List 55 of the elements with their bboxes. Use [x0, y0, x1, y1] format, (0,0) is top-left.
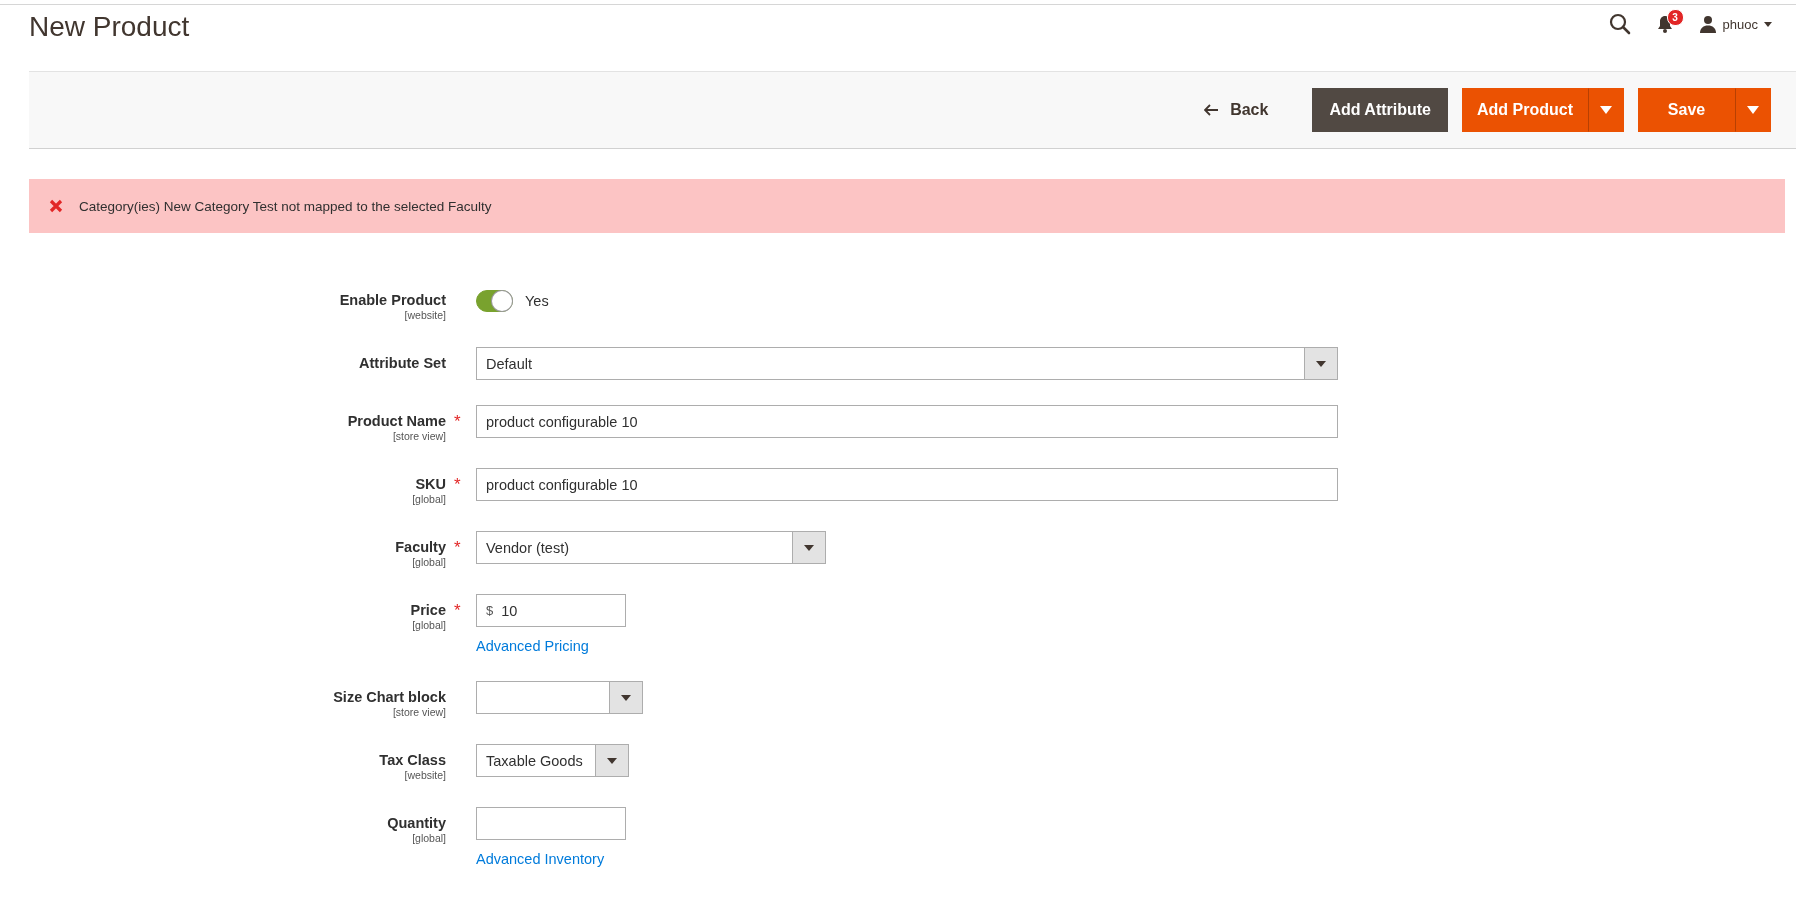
add-attribute-button[interactable]: Add Attribute: [1312, 88, 1448, 132]
field-label: Enable Product: [338, 291, 446, 309]
caret-icon: [607, 757, 617, 764]
select-field[interactable]: Vendor (test): [476, 531, 826, 564]
toggle-switch[interactable]: [476, 289, 513, 312]
scope-label: [website]: [403, 309, 446, 322]
search-icon[interactable]: [1608, 13, 1631, 35]
user-name[interactable]: phuoc: [1722, 16, 1758, 32]
required-mark: *: [454, 601, 461, 620]
toggle-value: Yes: [525, 292, 549, 309]
scope-label: [store view]: [391, 706, 446, 719]
scope-label: [website]: [403, 769, 446, 782]
field-label: Size Chart block: [332, 688, 446, 706]
input-field[interactable]: [476, 807, 626, 840]
caret-icon: [1316, 360, 1326, 367]
advanced-link[interactable]: Advanced Pricing: [476, 636, 589, 656]
caret-icon: [1747, 106, 1759, 114]
back-button[interactable]: Back: [1204, 88, 1287, 132]
field-label: Faculty: [394, 538, 446, 556]
field-label: Tax Class: [378, 751, 446, 769]
select-field[interactable]: Default: [476, 347, 1338, 380]
field-label: Price: [409, 601, 446, 619]
caret-icon: [621, 694, 631, 701]
required-mark: *: [454, 412, 461, 431]
dropdown-toggle-button[interactable]: [1735, 88, 1771, 132]
scope-label: [store view]: [391, 430, 446, 443]
caret-icon: [804, 544, 814, 551]
advanced-link[interactable]: Advanced Inventory: [476, 849, 605, 869]
scope-label: [global]: [411, 619, 446, 632]
caret-icon: [1600, 106, 1612, 114]
input-field[interactable]: product configurable 10: [476, 468, 1338, 501]
add-product-button[interactable]: Add Product: [1462, 88, 1588, 132]
field-label: Quantity: [386, 814, 446, 832]
select-field[interactable]: Taxable Goods: [476, 744, 629, 777]
arrow-left-icon: [1204, 104, 1219, 116]
scope-label: [global]: [411, 493, 446, 506]
select-field[interactable]: [476, 681, 643, 714]
field-label: Product Name: [346, 412, 446, 430]
user-icon: [1698, 15, 1717, 33]
field-label: Attribute Set: [358, 354, 446, 372]
input-field[interactable]: product configurable 10: [476, 405, 1338, 438]
bell-icon[interactable]: [1656, 15, 1673, 33]
save-button[interactable]: Save: [1638, 88, 1735, 132]
scope-label: [global]: [411, 832, 446, 845]
caret-icon[interactable]: [1764, 21, 1772, 27]
scope-label: [global]: [411, 556, 446, 569]
error-message-text: Category(ies) New Category Test not mapped to the selected Faculty: [79, 198, 492, 214]
required-mark: *: [454, 538, 461, 557]
input-field[interactable]: $ 10: [476, 594, 626, 627]
required-mark: *: [454, 475, 461, 494]
field-label: SKU: [414, 475, 446, 493]
page-title: New Product: [29, 11, 190, 43]
notification-count-badge: 3: [1666, 9, 1684, 26]
close-x-icon: [49, 199, 63, 213]
dropdown-toggle-button[interactable]: [1588, 88, 1624, 132]
